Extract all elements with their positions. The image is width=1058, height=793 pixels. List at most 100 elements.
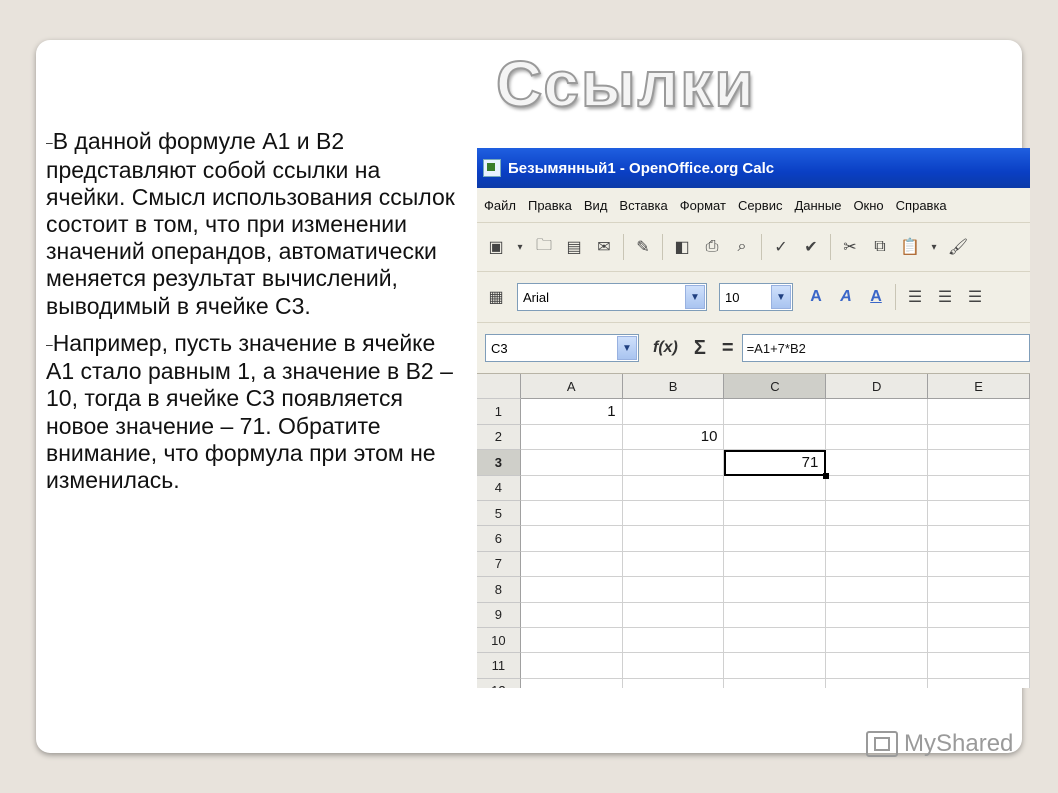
cell-c10[interactable] [724,627,827,654]
font-size-select[interactable]: 10 ▼ [719,283,793,311]
row-header[interactable]: 7 [477,551,521,578]
open-folder-icon[interactable]: 🗀 [533,236,555,258]
cut-icon[interactable]: ✂ [839,236,861,258]
row-header[interactable]: 5 [477,500,521,527]
print-preview-icon[interactable]: ⌕ [731,236,753,258]
cell-a5[interactable] [520,500,623,527]
cell-d12[interactable] [826,678,929,688]
copy-icon[interactable]: ⧉ [869,236,891,258]
cell-a9[interactable] [520,602,623,628]
menu-format[interactable]: Формат [680,198,726,213]
cell-e8[interactable] [928,577,1030,603]
format-paintbrush-icon[interactable]: 🖌 [947,236,969,258]
save-icon[interactable]: ▤ [563,236,585,258]
column-header-b[interactable]: B [622,374,725,400]
cell-d4[interactable] [826,475,929,501]
row-header[interactable]: 9 [477,602,521,628]
italic-icon[interactable]: A [835,286,857,308]
autospellcheck-icon[interactable]: ✔ [800,236,822,258]
paste-icon[interactable]: 📋 [899,236,921,258]
column-header-d[interactable]: D [826,374,929,400]
cell-c1[interactable] [724,399,827,425]
cell-a4[interactable] [520,475,623,501]
menu-window[interactable]: Окно [853,198,883,213]
chevron-down-icon[interactable]: ▼ [771,285,791,309]
cell-e12[interactable] [928,678,1030,688]
spellcheck-icon[interactable]: ✓ [770,236,792,258]
row-header[interactable]: 10 [477,627,521,654]
row-header[interactable]: 11 [477,653,521,679]
cell-b2[interactable]: 10 [622,424,725,451]
cell-a11[interactable] [520,653,623,679]
chevron-down-icon[interactable]: ▼ [617,336,637,360]
cell-d8[interactable] [826,577,929,603]
align-right-icon[interactable]: ☰ [964,286,986,308]
cell-e2[interactable] [928,424,1030,451]
cell-c4[interactable] [724,475,827,501]
cell-a6[interactable] [520,526,623,552]
cell-e1[interactable] [928,399,1030,425]
cell-e11[interactable] [928,653,1030,679]
cell-e5[interactable] [928,500,1030,527]
cell-b7[interactable] [622,551,725,578]
menu-tools[interactable]: Сервис [738,198,783,213]
print-icon[interactable]: ⎙ [701,236,723,258]
dropdown-arrow-icon[interactable]: ▾ [929,236,939,258]
dropdown-arrow-icon[interactable]: ▾ [515,236,525,258]
export-pdf-icon[interactable]: ◧ [671,236,693,258]
equals-icon[interactable]: = [722,337,734,360]
cell-c5[interactable] [724,500,827,527]
cell-d1[interactable] [826,399,929,425]
cell-b5[interactable] [622,500,725,527]
cell-b11[interactable] [622,653,725,679]
row-header[interactable]: 4 [477,475,521,501]
cell-d11[interactable] [826,653,929,679]
bold-icon[interactable]: A [805,286,827,308]
menu-file[interactable]: Файл [484,198,516,213]
cell-a8[interactable] [520,577,623,603]
formula-input[interactable]: =A1+7*B2 [741,334,1030,362]
cell-d9[interactable] [826,602,929,628]
cell-a1[interactable]: 1 [520,399,623,425]
column-header-e[interactable]: E [928,374,1030,400]
cell-a3[interactable] [520,450,623,476]
cell-e7[interactable] [928,551,1030,578]
cell-e10[interactable] [928,627,1030,654]
edit-file-icon[interactable]: ✎ [632,236,654,258]
cell-e3[interactable] [928,450,1030,476]
new-document-icon[interactable]: ▣ [485,236,507,258]
cell-e6[interactable] [928,526,1030,552]
column-header-c[interactable]: C [724,374,827,400]
row-header[interactable]: 8 [477,577,521,603]
styles-icon[interactable]: ▦ [485,286,507,308]
cell-b12[interactable] [623,678,725,688]
underline-icon[interactable]: A [865,286,887,308]
menu-help[interactable]: Справка [896,198,947,213]
cell-e4[interactable] [928,475,1030,501]
cell-c2[interactable] [724,424,827,451]
cell-c12[interactable] [724,678,827,688]
menu-data[interactable]: Данные [794,198,841,213]
cell-a7[interactable] [520,551,623,578]
cell-b1[interactable] [622,399,725,425]
chevron-down-icon[interactable]: ▼ [685,285,705,309]
row-header[interactable]: 1 [477,399,521,425]
cell-b9[interactable] [622,602,725,628]
menu-insert[interactable]: Вставка [619,198,667,213]
cell-b8[interactable] [622,577,725,603]
row-header[interactable]: 2 [477,424,521,451]
row-header[interactable]: 12 [477,678,521,688]
cell-c11[interactable] [724,653,827,679]
cell-d10[interactable] [826,627,929,654]
window-titlebar[interactable]: Безымянный1 - OpenOffice.org Calc [477,148,1030,188]
cell-b6[interactable] [622,526,725,552]
row-header[interactable]: 6 [477,526,521,552]
cell-b4[interactable] [622,475,725,501]
cell-d5[interactable] [826,500,929,527]
align-center-icon[interactable]: ☰ [934,286,956,308]
function-wizard-icon[interactable]: f(x) [653,339,678,357]
email-icon[interactable]: ✉ [593,236,615,258]
align-left-icon[interactable]: ☰ [904,286,926,308]
name-box[interactable]: C3 ▼ [485,334,639,362]
cell-c7[interactable] [724,551,827,578]
